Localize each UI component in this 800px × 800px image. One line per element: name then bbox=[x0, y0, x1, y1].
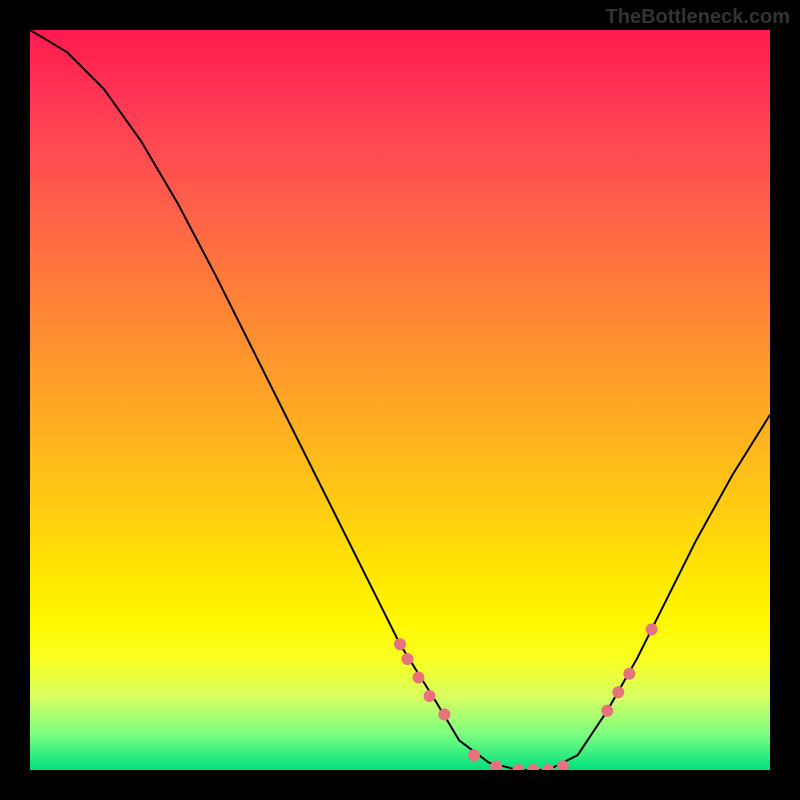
chart-svg bbox=[30, 30, 770, 770]
scatter-dot bbox=[413, 672, 425, 684]
watermark-text: TheBottleneck.com bbox=[606, 6, 790, 29]
scatter-dot bbox=[601, 705, 613, 717]
scatter-dot bbox=[623, 668, 635, 680]
scatter-dot bbox=[490, 760, 502, 770]
scatter-dots-group bbox=[394, 623, 658, 770]
scatter-dot bbox=[542, 764, 554, 770]
scatter-dot bbox=[401, 653, 413, 665]
bottleneck-curve bbox=[30, 30, 770, 770]
scatter-dot bbox=[527, 764, 539, 770]
scatter-dot bbox=[424, 690, 436, 702]
scatter-dot bbox=[394, 638, 406, 650]
scatter-dot bbox=[468, 749, 480, 761]
chart-plot-area bbox=[30, 30, 770, 770]
scatter-dot bbox=[438, 709, 450, 721]
scatter-dot bbox=[646, 623, 658, 635]
scatter-dot bbox=[612, 686, 624, 698]
scatter-dot bbox=[512, 764, 524, 770]
scatter-dot bbox=[557, 760, 569, 770]
